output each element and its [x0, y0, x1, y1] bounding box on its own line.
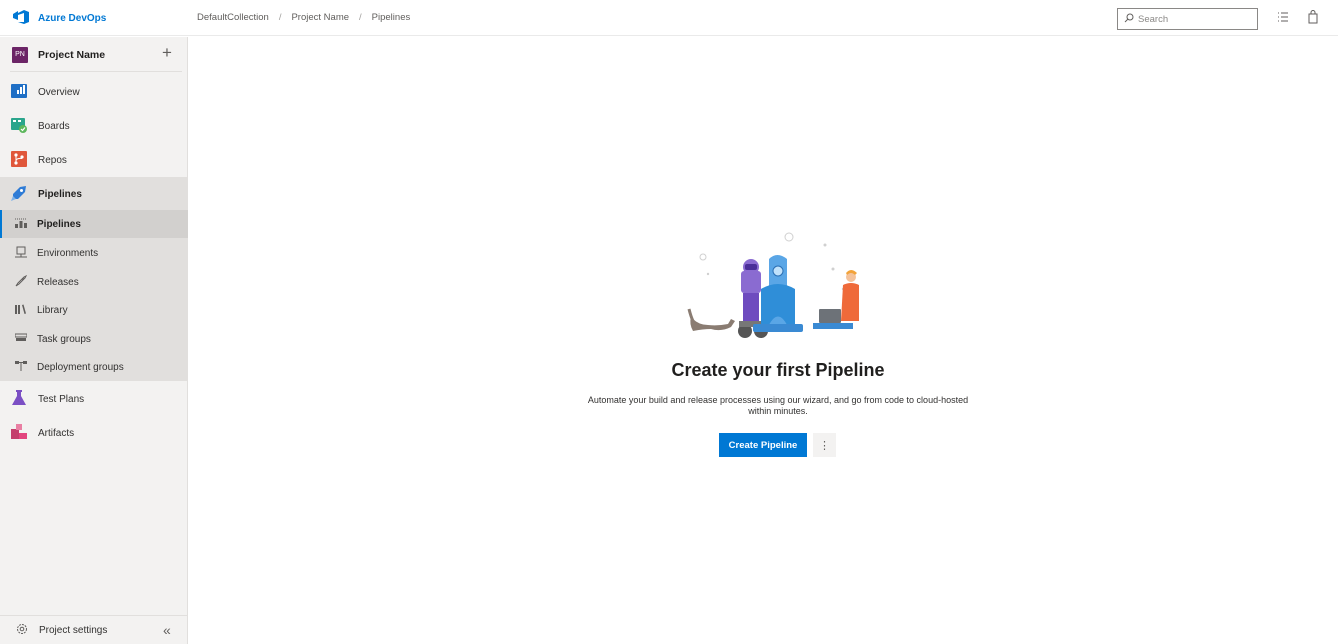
top-bar: Azure DevOps DefaultCollection / Project…: [0, 0, 1338, 36]
empty-state-title: Create your first Pipeline: [671, 360, 885, 380]
pipelines-submenu: Pipelines Environments Releases Library …: [0, 210, 188, 381]
test-plans-icon: [11, 389, 27, 409]
sidebar-subitem-releases[interactable]: Releases: [0, 268, 188, 296]
deployment-groups-icon: [15, 360, 27, 375]
empty-state-description: Automate your build and release processe…: [587, 395, 969, 416]
repos-icon: [11, 150, 27, 170]
sidebar-subitem-label: Task groups: [37, 333, 91, 345]
search-input[interactable]: Search: [1138, 14, 1168, 25]
brand-label: Azure DevOps: [38, 13, 107, 24]
gear-icon: [16, 623, 28, 638]
sidebar-subitem-environments[interactable]: Environments: [0, 239, 188, 267]
sidebar-item-label: Test Plans: [38, 393, 85, 405]
boards-icon: [11, 117, 27, 136]
library-icon: [15, 303, 27, 318]
breadcrumb: DefaultCollection / Project Name / Pipel…: [197, 12, 410, 23]
sidebar-subitem-deployment-groups[interactable]: Deployment groups: [0, 353, 188, 381]
project-badge: PN: [12, 46, 28, 63]
sidebar-item-label: Pipelines: [38, 188, 82, 200]
sidebar-subitem-label: Releases: [37, 276, 79, 288]
breadcrumb-project[interactable]: Project Name: [291, 12, 349, 23]
sidebar-subitem-pipelines[interactable]: Pipelines: [0, 210, 188, 238]
artifacts-icon: [11, 423, 27, 443]
sidebar-subitem-label: Environments: [37, 247, 99, 259]
sidebar-subitem-label: Pipelines: [37, 218, 81, 230]
project-name: Project Name: [38, 48, 106, 61]
sidebar-subitem-library[interactable]: Library: [0, 296, 188, 324]
add-icon[interactable]: +: [162, 43, 172, 63]
sidebar-item-artifacts[interactable]: Artifacts: [0, 416, 188, 450]
sidebar-subitem-label: Library: [37, 304, 68, 316]
pipelines-icon: [11, 185, 27, 204]
pipeline-illustration: [683, 229, 873, 349]
create-pipeline-button[interactable]: Create Pipeline: [719, 433, 807, 457]
divider: [10, 71, 182, 72]
breadcrumb-pipelines[interactable]: Pipelines: [372, 12, 411, 23]
breadcrumb-collection[interactable]: DefaultCollection: [197, 12, 269, 23]
sidebar: PN Project Name + Overview Boards Repos …: [0, 37, 188, 644]
sidebar-item-pipelines[interactable]: Pipelines: [0, 177, 188, 211]
search-icon: [1124, 13, 1134, 26]
search-box[interactable]: Search: [1117, 8, 1258, 30]
main-content: Create your first Pipeline Automate your…: [189, 37, 1338, 644]
sidebar-item-label: Repos: [38, 154, 67, 166]
sidebar-item-label: Overview: [38, 86, 80, 98]
more-options-button[interactable]: ⋮: [813, 433, 836, 457]
overview-icon: [11, 83, 27, 102]
sidebar-item-label: Boards: [38, 120, 70, 132]
sidebar-subitem-task-groups[interactable]: Task groups: [0, 325, 188, 353]
sidebar-item-test-plans[interactable]: Test Plans: [0, 382, 188, 416]
project-settings-link[interactable]: Project settings «: [0, 615, 188, 644]
releases-icon: [15, 274, 28, 290]
project-header[interactable]: PN Project Name: [0, 37, 188, 72]
list-icon[interactable]: [1276, 10, 1290, 27]
shopping-bag-icon[interactable]: [1306, 10, 1320, 27]
sidebar-item-repos[interactable]: Repos: [0, 143, 188, 177]
breadcrumb-separator: /: [359, 12, 362, 23]
sidebar-item-boards[interactable]: Boards: [0, 109, 188, 143]
pipelines-list-icon: [15, 217, 27, 232]
sidebar-item-overview[interactable]: Overview: [0, 75, 188, 109]
task-groups-icon: [14, 332, 28, 347]
sidebar-item-label: Artifacts: [38, 427, 75, 439]
environments-icon: [15, 246, 27, 261]
sidebar-subitem-label: Deployment groups: [37, 361, 124, 373]
breadcrumb-separator: /: [278, 12, 282, 23]
brand[interactable]: Azure DevOps: [12, 9, 106, 28]
project-settings-label: Project settings: [39, 624, 108, 636]
azure-devops-logo-icon: [12, 9, 30, 28]
collapse-sidebar-icon[interactable]: «: [163, 622, 171, 638]
